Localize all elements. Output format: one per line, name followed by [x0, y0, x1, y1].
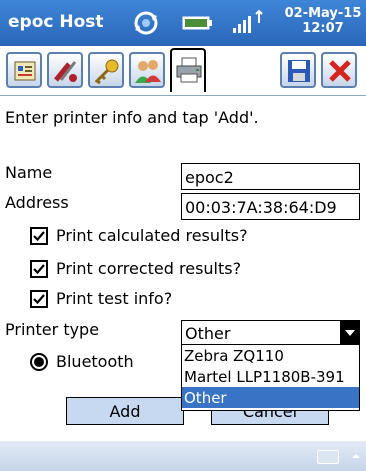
- printer-icon: [176, 57, 202, 83]
- toolbar: [0, 46, 366, 96]
- print-test-info-checkbox[interactable]: [30, 290, 48, 308]
- printer-type-value: Other: [185, 324, 231, 343]
- close-button[interactable]: [321, 52, 357, 88]
- sync-icon[interactable]: [129, 8, 163, 38]
- title-bar: epoc Host 02-May-15 12:07: [0, 0, 366, 46]
- checkmark-icon: [33, 231, 45, 242]
- tools-button[interactable]: [47, 52, 83, 88]
- print-test-info-label[interactable]: Print test info?: [56, 289, 172, 308]
- option-other[interactable]: Other: [182, 387, 359, 408]
- signal-icon[interactable]: [229, 8, 267, 38]
- menu-bar: [0, 441, 366, 471]
- printer-type-select[interactable]: Other: [181, 320, 360, 345]
- test-card-icon: [14, 61, 36, 81]
- print-calculated-checkbox[interactable]: [30, 227, 48, 245]
- printer-tab[interactable]: [170, 48, 206, 92]
- instruction-text: Enter printer info and tap 'Add'.: [5, 108, 259, 127]
- chevron-down-icon[interactable]: [340, 321, 359, 344]
- app-title[interactable]: epoc Host: [8, 12, 104, 32]
- users-icon: [135, 60, 161, 83]
- chevron-up-icon[interactable]: [349, 449, 363, 463]
- clock[interactable]: 02-May-15 12:07: [283, 6, 363, 36]
- keys-icon: [94, 59, 119, 85]
- address-field[interactable]: 00:03:7A:38:64:D9: [181, 193, 360, 220]
- print-corrected-label[interactable]: Print corrected results?: [56, 259, 241, 278]
- checkmark-icon: [33, 294, 45, 305]
- bluetooth-label[interactable]: Bluetooth: [56, 352, 134, 371]
- test-card-button[interactable]: [6, 52, 42, 88]
- tools-icon: [54, 61, 77, 82]
- checkmark-icon: [33, 264, 45, 275]
- bluetooth-radio[interactable]: [30, 353, 48, 371]
- name-label: Name: [5, 163, 53, 182]
- add-button[interactable]: Add: [66, 397, 184, 425]
- close-icon: [329, 60, 351, 82]
- name-field[interactable]: epoc2: [181, 163, 360, 190]
- keyboard-icon[interactable]: [317, 450, 339, 464]
- printer-type-label: Printer type: [5, 320, 100, 339]
- battery-icon[interactable]: [180, 8, 214, 38]
- print-corrected-checkbox[interactable]: [30, 260, 48, 278]
- keys-button[interactable]: [88, 52, 124, 88]
- address-label: Address: [5, 193, 69, 212]
- print-calculated-label[interactable]: Print calculated results?: [56, 226, 248, 245]
- save-icon: [288, 60, 310, 82]
- printer-type-dropdown: Zebra ZQ110 Martel LLP1180B-391 Other: [181, 345, 360, 411]
- time-text: 12:07: [302, 21, 344, 36]
- save-button[interactable]: [280, 52, 316, 88]
- users-button[interactable]: [129, 52, 165, 88]
- option-zebra[interactable]: Zebra ZQ110: [182, 345, 359, 366]
- option-martel[interactable]: Martel LLP1180B-391: [182, 366, 359, 387]
- date-text: 02-May-15: [284, 6, 362, 21]
